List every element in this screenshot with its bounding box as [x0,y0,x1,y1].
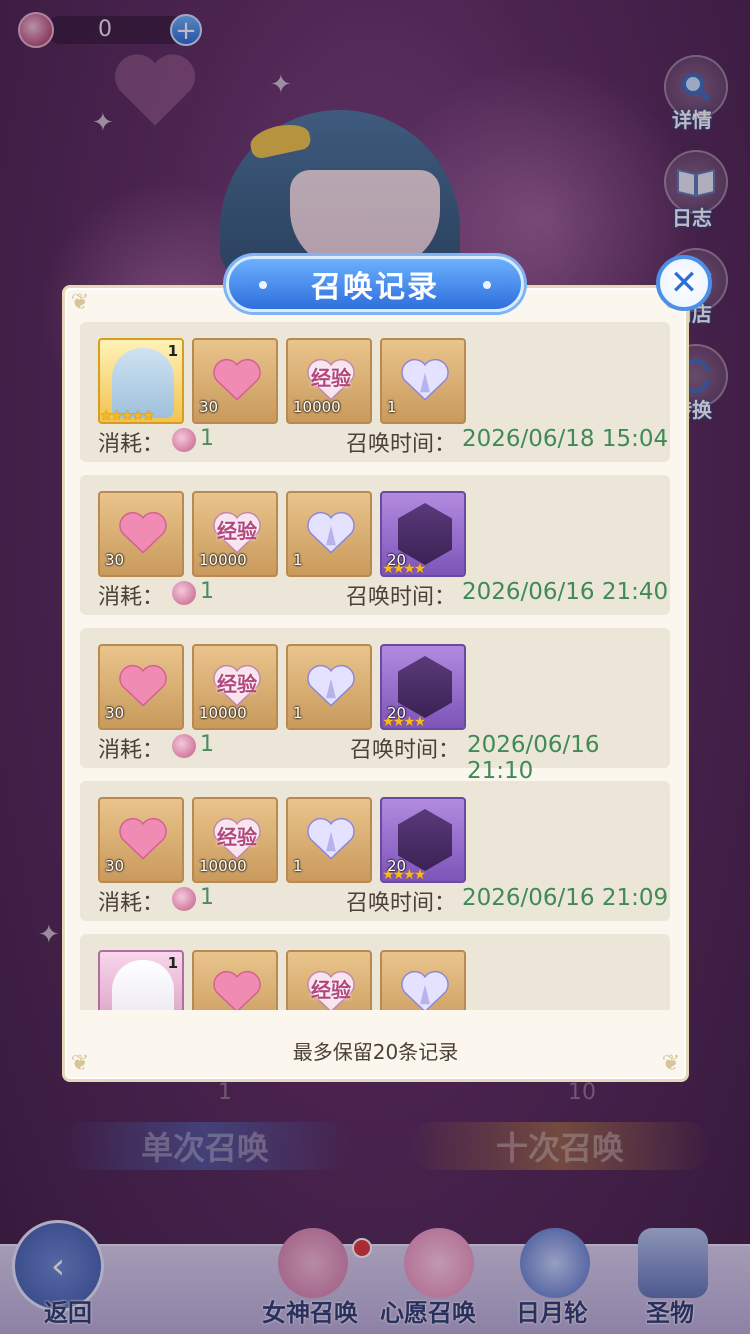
item-quantity: 1 [293,857,303,875]
item-quantity: 30 [105,857,125,875]
pink-heart-item[interactable]: 30 [98,644,184,730]
exp-heart-item[interactable]: 经验 10000 [192,491,278,577]
crystal-heart-item[interactable]: 1 [380,338,466,424]
item-quantity: 30 [105,551,125,569]
exp-tag: 经验 [311,978,351,1002]
item-quantity: 1 [167,342,178,360]
pink-heart-icon [119,664,167,707]
record-limit-note: 最多保留20条记录 [292,1040,459,1064]
consume-amount: 1 [200,579,214,604]
record-entry: 30 经验 10000 1 20 ★★★★ 消耗： 1 召唤时间： 2026/06/16 21:1… [80,628,670,784]
wish-gem-icon [172,428,196,452]
summon-time-value: 2026/06/18 15:04 [462,426,669,452]
pink-heart-item[interactable]: 30 [98,797,184,883]
exp-heart-item[interactable]: 经验 10000 [192,644,278,730]
star-rating: ★★★★ [382,714,426,730]
shard-silhouette-icon [398,656,452,718]
pink-heart-icon [213,358,261,401]
consume-amount: 1 [200,885,214,910]
star-rating: ★★★★★ [100,408,155,424]
record-entry: 1 经验 [80,934,670,1010]
character-card-item[interactable]: 1 ★★★★★ [98,338,184,424]
record-entry: 1 ★★★★★ 30 经验 10000 1 消耗： 1 召唤时间： 2026/06/18 15:0… [80,322,670,462]
wish-gem-icon [172,887,196,911]
star-rating: ★★★★ [382,561,426,577]
corner-ornament: ❦ [70,290,90,315]
shard-silhouette-icon [398,809,452,871]
summon-time-value: 2026/06/16 21:10 [467,732,600,784]
item-quantity: 30 [199,398,219,416]
item-quantity: 10000 [199,551,247,569]
character-portrait [112,960,174,1010]
consume-amount: 1 [200,426,214,451]
shard-silhouette-icon [398,503,452,565]
crystal-heart-item[interactable]: 1 [286,491,372,577]
summon-time-label: 召唤时间： [346,891,457,916]
summon-time-value: 2026/06/16 21:09 [462,885,669,911]
dialog-title-text: 召唤记录 [311,270,439,305]
summon-time-label: 召唤时间： [346,585,457,610]
record-entry: 30 经验 10000 1 20 ★★★★ 消耗： 1 召唤时间： 2026/06/16 21:0… [80,781,670,921]
crystal-heart-icon [307,664,355,707]
record-entry: 30 经验 10000 1 20 ★★★★ 消耗： 1 召唤时间： 2026/06/16 21:4… [80,475,670,615]
consume-label: 消耗： [98,891,165,916]
summon-time-label: 召唤时间： [346,432,457,457]
exp-heart-item[interactable]: 经验 [286,950,372,1010]
consume-label: 消耗： [98,432,165,457]
character-card-item[interactable]: 1 [98,950,184,1010]
dialog-title: 召唤记录 [226,256,524,312]
pink-heart-icon [213,970,261,1010]
crystal-heart-item[interactable] [380,950,466,1010]
item-quantity: 1 [167,954,178,972]
title-dot [259,281,267,289]
item-quantity: 10000 [199,704,247,722]
character-shard-item[interactable]: 20 ★★★★ [380,797,466,883]
close-button[interactable]: ✕ [656,255,712,311]
wish-gem-icon [172,734,196,758]
character-shard-item[interactable]: 20 ★★★★ [380,491,466,577]
pink-heart-icon [119,817,167,860]
wish-gem-icon [172,581,196,605]
pink-heart-icon [119,511,167,554]
item-quantity: 1 [293,551,303,569]
pink-heart-item[interactable] [192,950,278,1010]
summon-time-value: 2026/06/16 21:40 [462,579,669,605]
character-shard-item[interactable]: 20 ★★★★ [380,644,466,730]
exp-heart-item[interactable]: 经验 10000 [192,797,278,883]
pink-heart-item[interactable]: 30 [192,338,278,424]
exp-tag: 经验 [217,519,257,543]
star-rating: ★★★★ [382,867,426,883]
pink-heart-item[interactable]: 30 [98,491,184,577]
item-quantity: 1 [387,398,397,416]
consume-amount: 1 [200,732,214,757]
item-quantity: 1 [293,704,303,722]
exp-tag: 经验 [311,366,351,390]
record-list[interactable]: 1 ★★★★★ 30 经验 10000 1 消耗： 1 召唤时间： 2026/06/18 15:0… [80,322,670,1010]
crystal-heart-icon [401,358,449,401]
exp-tag: 经验 [217,672,257,696]
summon-time-label: 召唤时间： [350,738,461,763]
item-quantity: 10000 [199,857,247,875]
crystal-heart-icon [307,817,355,860]
crystal-heart-icon [307,511,355,554]
exp-tag: 经验 [217,825,257,849]
consume-label: 消耗： [98,585,165,610]
item-quantity: 30 [105,704,125,722]
exp-heart-item[interactable]: 经验 10000 [286,338,372,424]
crystal-heart-item[interactable]: 1 [286,797,372,883]
crystal-heart-icon [401,970,449,1010]
title-dot [483,281,491,289]
item-quantity: 10000 [293,398,341,416]
crystal-heart-item[interactable]: 1 [286,644,372,730]
consume-label: 消耗： [98,738,165,763]
